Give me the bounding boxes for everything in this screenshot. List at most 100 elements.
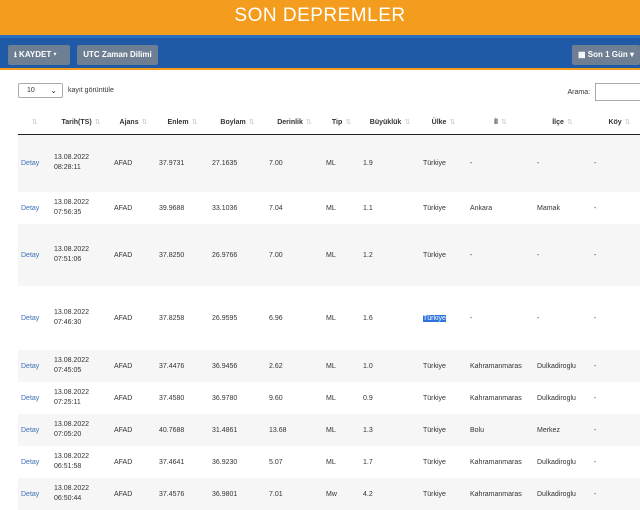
date-value: 13.08.2022 [54, 357, 90, 364]
detail-link[interactable]: Detay [18, 382, 51, 414]
date-value: 13.08.2022 [54, 199, 90, 206]
type-value: Mw [326, 490, 337, 498]
lon-value: 27.1635 [212, 159, 238, 167]
district-value: Dulkadiroglu [537, 362, 576, 370]
depth-cell: 2.62 [266, 350, 323, 382]
page-length-label: kayıt görüntüle [67, 87, 114, 94]
detail-link[interactable]: Detay [18, 134, 51, 192]
lat-value: 39.9688 [159, 204, 185, 212]
column-header[interactable]: Büyüklük ⇅ [360, 110, 420, 135]
detail-link[interactable]: Detay [18, 224, 51, 286]
time-value: 07:56:35 [54, 209, 82, 216]
lat-cell: 40.7688 [156, 414, 209, 446]
district-cell: Dulkadiroglu [534, 382, 591, 414]
lat-value: 37.4580 [159, 394, 185, 402]
village-value: - [594, 426, 597, 434]
sort-icon: ⇅ [345, 118, 352, 126]
lon-value: 36.9456 [212, 362, 238, 370]
agency-cell: AFAD [111, 192, 156, 224]
depth-value: 9.60 [269, 394, 283, 402]
district-cell: Mamak [534, 192, 591, 224]
caret-down-icon: ▾ [53, 50, 57, 59]
district-cell: Dulkadiroglu [534, 350, 591, 382]
village-cell: - [591, 224, 640, 286]
district-value: Dulkadiroglu [537, 490, 576, 498]
type-value: ML [326, 458, 336, 466]
type-cell: ML [323, 286, 360, 350]
depth-cell: 7.00 [266, 224, 323, 286]
sort-icon: ⇅ [94, 118, 101, 126]
mag-cell: 1.6 [360, 286, 420, 350]
time-value: 06:51:58 [54, 463, 82, 470]
city-value: Bolu [470, 426, 485, 434]
lon-cell: 36.9230 [209, 446, 266, 478]
lat-cell: 37.9731 [156, 134, 209, 192]
lat-value: 37.8250 [159, 251, 185, 259]
lon-value: 36.9230 [212, 458, 238, 466]
district-value: Mamak [537, 204, 560, 212]
page-header: SON DEPREMLER [0, 0, 640, 35]
detail-link[interactable]: Detay [18, 446, 51, 478]
column-header[interactable]: İl ⇅ [467, 110, 534, 135]
depth-cell: 7.04 [266, 192, 323, 224]
column-header[interactable]: Boylam ⇅ [209, 110, 266, 135]
date-cell: 13.08.2022 07:05:20 [51, 414, 111, 446]
table-row: Detay 13.08.2022 07:05:20 AFAD 40.7688 31.486… [18, 414, 640, 446]
city-cell: - [467, 134, 534, 192]
column-header[interactable]: Köy ⇅ [591, 110, 640, 135]
detail-link[interactable]: Detay [18, 350, 51, 382]
country-value: Türkiye [423, 251, 446, 259]
district-value: - [537, 251, 540, 259]
column-header[interactable]: Ajans ⇅ [111, 110, 156, 135]
column-header[interactable]: Tarih(TS) ⇅ [51, 110, 111, 135]
type-cell: ML [323, 192, 360, 224]
lon-value: 36.9780 [212, 394, 238, 402]
type-value: ML [326, 314, 336, 322]
depth-value: 6.96 [269, 314, 283, 322]
city-value: Kahramanmaras [470, 490, 522, 498]
country-value: Türkiye [423, 458, 446, 466]
lat-cell: 37.4576 [156, 478, 209, 510]
column-header[interactable]: İlçe ⇅ [534, 110, 591, 135]
agency-value: AFAD [114, 426, 133, 434]
table-row: Detay 13.08.2022 07:46:30 AFAD 37.8258 26.959… [18, 286, 640, 350]
search-input[interactable] [595, 83, 640, 101]
date-value: 13.08.2022 [54, 421, 90, 428]
village-cell: - [591, 286, 640, 350]
save-button[interactable]: ⭳ KAYDET ▾ [8, 45, 70, 65]
utc-timezone-button[interactable]: UTC Zaman Dilimi [77, 45, 158, 65]
country-value: Türkiye [423, 362, 446, 370]
column-header[interactable]: Enlem ⇅ [156, 110, 209, 135]
city-value: Kahramanmaras [470, 458, 522, 466]
country-value: Türkiye [423, 490, 446, 498]
column-header[interactable]: Derinlik ⇅ [266, 110, 323, 135]
detail-link[interactable]: Detay [18, 478, 51, 510]
sort-icon: ⇅ [501, 118, 507, 126]
detail-link[interactable]: Detay [18, 192, 51, 224]
agency-cell: AFAD [111, 414, 156, 446]
agency-cell: AFAD [111, 350, 156, 382]
district-cell: Merkez [534, 414, 591, 446]
mag-cell: 1.9 [360, 134, 420, 192]
time-value: 07:46:30 [54, 319, 82, 326]
lon-value: 26.9766 [212, 251, 238, 259]
column-header[interactable]: Tip ⇅ [323, 110, 360, 135]
column-header[interactable]: Ülke ⇅ [420, 110, 467, 135]
sort-icon: ⇅ [141, 118, 148, 126]
lat-value: 37.8258 [159, 314, 185, 322]
detail-link[interactable]: Detay [18, 414, 51, 446]
village-cell: - [591, 382, 640, 414]
sort-icon: ⇅ [449, 118, 456, 126]
mag-cell: 0.9 [360, 382, 420, 414]
sort-icon: ⇅ [624, 118, 631, 126]
detail-link[interactable]: Detay [18, 286, 51, 350]
column-header[interactable]: ⇅ [18, 110, 51, 135]
mag-value: 0.9 [363, 394, 373, 402]
type-cell: ML [323, 382, 360, 414]
country-value: Türkiye [423, 204, 446, 212]
village-cell: - [591, 350, 640, 382]
time-range-button[interactable]: ▦ Son 1 Gün ▾ [572, 45, 640, 65]
city-cell: Ankara [467, 192, 534, 224]
country-cell: Türkiye [420, 350, 467, 382]
page-length-select[interactable]: 10 ⌄ [18, 83, 63, 98]
